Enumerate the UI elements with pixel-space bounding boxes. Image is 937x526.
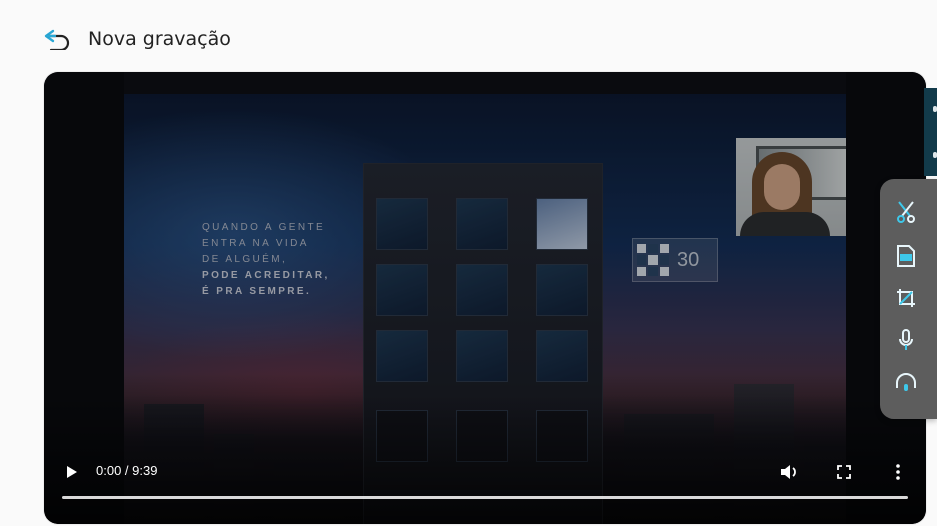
gif-icon xyxy=(897,245,915,267)
header: Nova gravação xyxy=(42,26,231,52)
back-arrow-icon xyxy=(44,29,70,50)
fullscreen-icon xyxy=(837,465,851,479)
crop-icon xyxy=(897,289,915,307)
microphone-icon xyxy=(899,329,913,350)
side-panel-edge[interactable] xyxy=(924,88,937,176)
editing-toolbar xyxy=(880,179,937,419)
cut-icon xyxy=(897,201,915,223)
video-card: QUANDO A GENTE ENTRA NA VIDA DE ALGUÉM, … xyxy=(44,72,926,524)
video-player[interactable]: QUANDO A GENTE ENTRA NA VIDA DE ALGUÉM, … xyxy=(44,72,926,524)
play-button[interactable] xyxy=(62,460,82,484)
headphones-tool-button[interactable] xyxy=(893,369,919,395)
volume-icon xyxy=(781,465,796,479)
back-button[interactable] xyxy=(42,26,74,52)
crop-tool-button[interactable] xyxy=(893,285,919,311)
volume-button[interactable] xyxy=(778,460,802,484)
fullscreen-button[interactable] xyxy=(832,460,856,484)
progress-bar[interactable] xyxy=(62,496,908,499)
time-display: 0:00 / 9:39 xyxy=(96,463,158,478)
page-title: Nova gravação xyxy=(88,28,231,50)
player-controls: 0:00 / 9:39 xyxy=(44,452,926,492)
headphones-icon xyxy=(896,373,916,391)
more-options-icon xyxy=(896,464,900,480)
microphone-tool-button[interactable] xyxy=(893,327,919,353)
more-options-button[interactable] xyxy=(886,460,910,484)
gif-tool-button[interactable] xyxy=(893,243,919,269)
page: Nova gravação QUANDO A GENTE ENTRA NA VI… xyxy=(0,0,937,526)
cut-tool-button[interactable] xyxy=(893,199,919,225)
play-icon xyxy=(67,466,77,478)
